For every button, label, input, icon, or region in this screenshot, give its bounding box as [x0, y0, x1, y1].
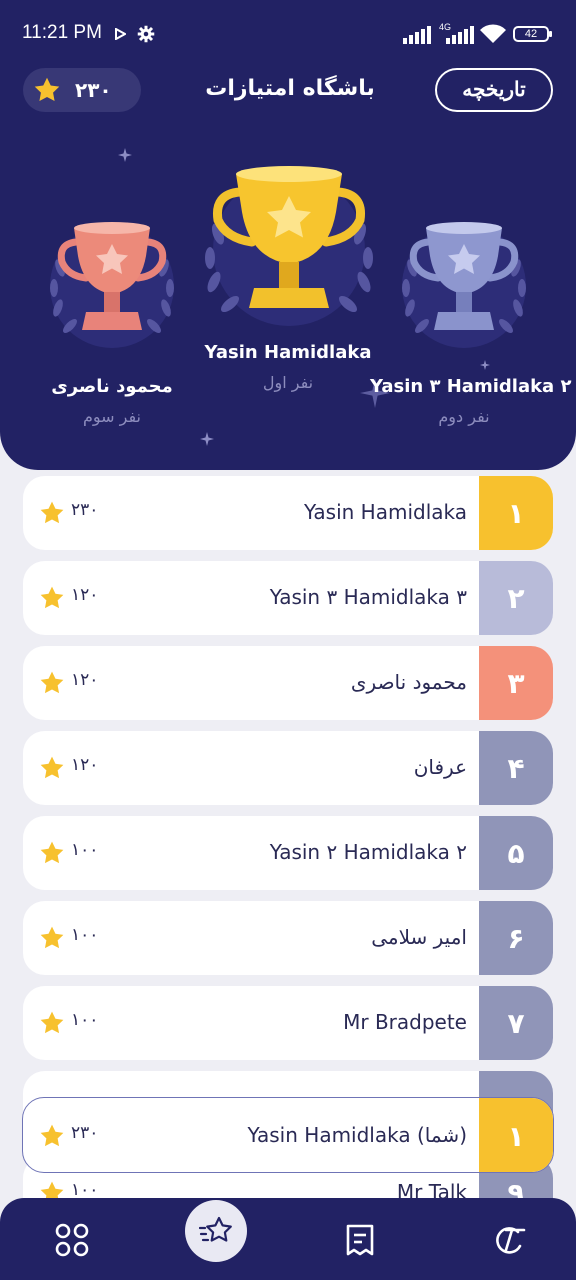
user-points: ۲۳۰	[71, 500, 99, 520]
wifi-icon	[480, 24, 506, 43]
user-name: Mr Bradpete	[343, 1010, 467, 1034]
page-title: باشگاه امتیازات	[205, 76, 375, 101]
my-rank-row[interactable]: ۱ Yasin Hamidlaka (شما) ۲۳۰	[22, 1097, 554, 1173]
user-name: Yasin ۲ Hamidlaka ۲	[269, 840, 467, 864]
user-points: ۱۰۰	[71, 1180, 99, 1200]
user-name: Yasin ۳ Hamidlaka ۳	[269, 585, 467, 609]
leaderboard-row[interactable]: ۵ Yasin ۲ Hamidlaka ۲ ۱۰۰	[23, 816, 553, 890]
apps-icon[interactable]	[52, 1220, 92, 1260]
battery-indicator: 42	[513, 26, 552, 42]
leaderboard-row[interactable]: ۷ Mr Bradpete ۱۰۰	[23, 986, 553, 1060]
play-store-icon	[115, 28, 126, 40]
sparkle-icon	[480, 360, 490, 370]
star-icon	[40, 1124, 64, 1147]
leaderboard-row[interactable]: ۴ عرفان ۱۲۰	[23, 731, 553, 805]
my-points-value: ۲۳۰	[75, 78, 112, 102]
user-points: ۱۰۰	[71, 1010, 99, 1030]
user-points: ۱۰۰	[71, 840, 99, 860]
my-points-pill: ۲۳۰	[23, 68, 141, 112]
rank-badge: ۷	[479, 986, 553, 1060]
leaderboard-nav-button[interactable]	[185, 1200, 247, 1262]
rank-badge: ۴	[479, 731, 553, 805]
rank-badge: ۶	[479, 901, 553, 975]
settings-gear-icon	[137, 25, 155, 43]
gold-trophy-icon	[205, 166, 373, 326]
my-rank-badge: ۱	[479, 1098, 553, 1172]
status-bar: 11:21 PM 4G 42	[0, 0, 576, 56]
star-icon	[40, 501, 64, 524]
rank-badge: ۵	[479, 816, 553, 890]
user-points: ۱۲۰	[71, 755, 99, 775]
bronze-trophy-icon	[50, 222, 174, 348]
leaderboard-star-icon	[199, 1216, 232, 1242]
my-name: Yasin Hamidlaka (شما)	[247, 1123, 467, 1147]
star-icon	[40, 671, 64, 694]
user-points: ۱۰۰	[71, 925, 99, 945]
bottom-navigation	[0, 1198, 576, 1280]
user-points: ۱۲۰	[71, 585, 99, 605]
podium-second: Yasin ۳ Hamidlaka ۲ نفر دوم	[370, 376, 572, 426]
receipt-icon[interactable]	[340, 1220, 380, 1260]
podium-third-place: نفر سوم	[82, 407, 142, 426]
rank-badge: ۱	[479, 476, 553, 550]
rank-badge: ۳	[479, 646, 553, 720]
rank-badge: ۲	[479, 561, 553, 635]
user-name: عرفان	[413, 755, 467, 779]
leaderboard-row[interactable]: ۳ محمود ناصری ۱۲۰	[23, 646, 553, 720]
user-name: Yasin Hamidlaka	[303, 500, 467, 524]
signal-4g-icon	[446, 26, 474, 44]
user-points: ۱۲۰	[71, 670, 99, 690]
sparkle-icon	[118, 148, 132, 162]
leaderboard-row[interactable]: ۱ Yasin Hamidlaka ۲۳۰	[23, 476, 553, 550]
star-icon	[40, 586, 64, 609]
star-icon	[40, 1011, 64, 1034]
silver-trophy-icon	[402, 222, 526, 348]
leaderboard-row[interactable]: ۲ Yasin ۳ Hamidlaka ۳ ۱۲۰	[23, 561, 553, 635]
user-name: محمود ناصری	[350, 670, 467, 694]
star-icon	[40, 756, 64, 779]
user-name: امیر سلامی	[371, 925, 467, 949]
podium-first-name: Yasin Hamidlaka	[204, 342, 372, 363]
podium-first-place: نفر اول	[262, 373, 314, 392]
signal-icon	[403, 26, 431, 44]
star-icon	[34, 77, 60, 101]
my-points: ۲۳۰	[71, 1123, 99, 1143]
star-icon	[40, 841, 64, 864]
coupon-icon[interactable]	[488, 1220, 528, 1260]
podium-second-name: Yasin ۳ Hamidlaka ۲	[370, 376, 572, 397]
history-button[interactable]: تاریخچه	[435, 68, 553, 112]
leaderboard-row[interactable]: ۶ امیر سلامی ۱۰۰	[23, 901, 553, 975]
rewards-club-header: ۲۳۰ باشگاه امتیازات تاریخچه محمود ناصری …	[0, 56, 576, 470]
podium-third: محمود ناصری نفر سوم	[32, 376, 192, 426]
podium-second-place: نفر دوم	[438, 407, 490, 426]
podium-third-name: محمود ناصری	[51, 376, 173, 397]
status-time: 11:21 PM	[22, 22, 102, 43]
star-icon	[40, 926, 64, 949]
sparkle-icon	[200, 432, 214, 446]
podium-first: Yasin Hamidlaka نفر اول	[188, 342, 388, 392]
